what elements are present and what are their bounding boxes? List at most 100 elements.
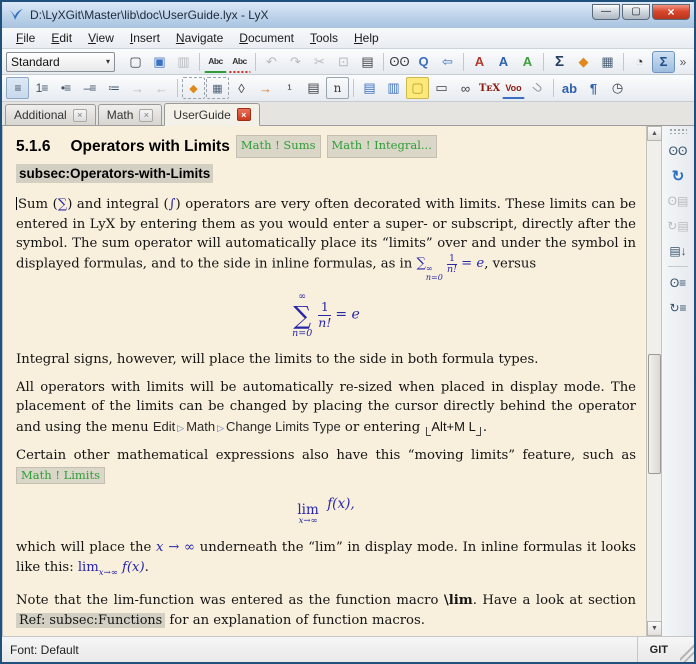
insert-float-figure-icon[interactable]: ▤ [358,77,381,99]
insert-nomenclature-icon[interactable]: n [326,77,349,99]
toolbar-separator [353,79,354,97]
text-cursor [16,197,17,210]
find-replace-icon[interactable]: Q [412,51,435,73]
labeling-list-icon[interactable]: ≔ [102,77,125,99]
spellcheck-icon[interactable]: Abc [204,51,227,73]
menu-insert[interactable]: Insert [122,29,168,47]
insert-float-table-icon[interactable]: ▥ [382,77,405,99]
scroll-down-icon[interactable]: ▼ [647,621,662,636]
insert-hyperlink-icon[interactable]: ∞ [454,77,477,99]
insert-table-icon[interactable]: ▦ [596,51,619,73]
math-mode-icon[interactable]: Σ [548,51,571,73]
find-icon[interactable]: ʘʘ [388,51,411,73]
tab-close-icon[interactable]: × [237,108,251,121]
menu-navigate[interactable]: Navigate [168,29,231,47]
insert-box-icon[interactable]: ▭ [430,77,453,99]
display-formula-sum[interactable]: ∞∑n=01n!= e [16,292,636,338]
update-view-icon[interactable]: ↻ [666,164,690,187]
decrease-depth-icon[interactable]: ← [150,77,173,99]
copy-icon[interactable]: ⊡ [332,51,355,73]
toolbar-separator [463,53,464,71]
window-title: D:\LyXGit\Master\lib\doc\UserGuide.lyx -… [30,8,592,22]
insert-cross-reference-icon[interactable]: → [254,77,277,99]
change-case-icon[interactable]: ab [558,77,581,99]
document-area[interactable]: 5.1.6 Operators with Limits Math ! Sums … [2,126,646,636]
redo-icon[interactable]: ↷ [284,51,307,73]
view-document-icon[interactable]: ʘʘ [666,139,690,162]
view-master-icon[interactable]: ʘ▤ [666,189,690,212]
inline-math-lim[interactable]: limx→∞ f(x) [78,560,145,575]
inline-math[interactable]: ∑ [58,197,67,212]
toolbar-separator [177,79,178,97]
view-messages-icon[interactable]: ʘ≡ [666,271,690,294]
toolbar-separator [543,53,544,71]
track-changes-icon[interactable]: Abc [228,51,251,73]
index-inset[interactable]: Math ! Limits [16,467,105,484]
maximize-button[interactable]: ▢ [622,4,650,20]
menu-path: Edit▷Math▷Change Limits Type [153,419,341,434]
toolbar-separator [623,53,624,71]
update-other-formats-icon[interactable]: ↻≡ [666,296,690,319]
open-document-icon[interactable]: ▣ [148,51,171,73]
cut-icon[interactable]: ✂ [308,51,331,73]
menu-file[interactable]: File [8,29,43,47]
font-dialog-icon[interactable]: A [468,51,491,73]
tab-additional[interactable]: Additional × [5,104,96,125]
close-button[interactable]: × [652,4,690,20]
inline-math-sum[interactable]: ∑∞n=0 1n! = e [416,256,484,271]
update-master-icon[interactable]: ↻▤ [666,214,690,237]
display-formula-lim[interactable]: limx→∞ f(x), [16,495,636,526]
insert-margin-note-icon[interactable]: ▤ [302,77,325,99]
menu-view[interactable]: View [80,29,122,47]
paragraph-style-selector[interactable]: Standard ▾ [6,52,115,72]
inline-math[interactable]: ∫ [169,197,176,212]
tab-userguide[interactable]: UserGuide × [164,103,259,126]
minimize-button[interactable]: — [592,4,620,20]
increase-depth-icon[interactable]: → [126,77,149,99]
text-properties-icon[interactable]: A [492,51,515,73]
menu-help[interactable]: Help [346,29,387,47]
numbered-list-icon[interactable]: 1≡ [30,77,53,99]
thesaurus-icon[interactable]: ◷ [606,77,629,99]
new-document-icon[interactable]: ▢ [124,51,147,73]
menu-edit[interactable]: Edit [43,29,80,47]
menu-document[interactable]: Document [231,29,302,47]
bullet-list-icon[interactable]: •≡ [54,77,77,99]
insert-note-icon[interactable]: ▢ [406,77,429,99]
paragraph-settings-icon[interactable]: ¶ [582,77,605,99]
label-inset[interactable]: subsec:Operators-with-Limits [16,164,213,184]
resize-grip[interactable] [680,637,694,662]
insert-label-icon[interactable]: ◊ [230,77,253,99]
index-inset[interactable]: Math ! Sums [236,135,321,158]
math-panel-icon[interactable]: Σ [652,51,675,73]
save-document-icon[interactable]: ▥ [172,51,195,73]
toolbar-overflow-icon[interactable]: » [676,51,690,73]
scroll-up-icon[interactable]: ▲ [647,126,662,141]
menu-tools[interactable]: Tools [302,29,346,47]
scrollbar-thumb[interactable] [648,354,661,474]
vertical-scrollbar[interactable]: ▲ ▼ [646,126,661,636]
apply-style-icon[interactable]: A [516,51,539,73]
paste-icon[interactable]: ▤ [356,51,379,73]
insert-tex-code-icon[interactable]: TᴇX [478,77,501,99]
tab-close-icon[interactable]: × [139,109,153,122]
toolbar-grip-handle[interactable] [669,128,687,134]
undo-icon[interactable]: ↶ [260,51,283,73]
align-justified-icon[interactable]: ≡ [6,77,29,99]
insert-footnote-icon[interactable]: ¹ [278,77,301,99]
insert-graphics-icon[interactable]: ◆ [572,51,595,73]
cross-reference-inset[interactable]: Ref: subsec:Functions [16,613,165,628]
combo-dropdown-icon: ▾ [106,57,110,66]
view-other-formats-icon[interactable]: ▤↓ [666,239,690,262]
tab-math[interactable]: Math × [98,104,163,125]
insert-graphics-box-icon[interactable]: ◆ [182,77,205,99]
outline-icon[interactable]: ◔ [628,51,651,73]
index-inset[interactable]: Math ! Integral... [327,135,437,158]
titlebar[interactable]: D:\LyXGit\Master\lib\doc\UserGuide.lyx -… [2,2,694,28]
description-list-icon[interactable]: –≡ [78,77,101,99]
tab-close-icon[interactable]: × [73,109,87,122]
navigate-back-icon[interactable]: ⇦ [436,51,459,73]
include-file-icon[interactable]: ⊃ [522,72,554,104]
inline-math[interactable]: x → ∞ [156,540,195,555]
insert-table-box-icon[interactable]: ▦ [206,77,229,99]
